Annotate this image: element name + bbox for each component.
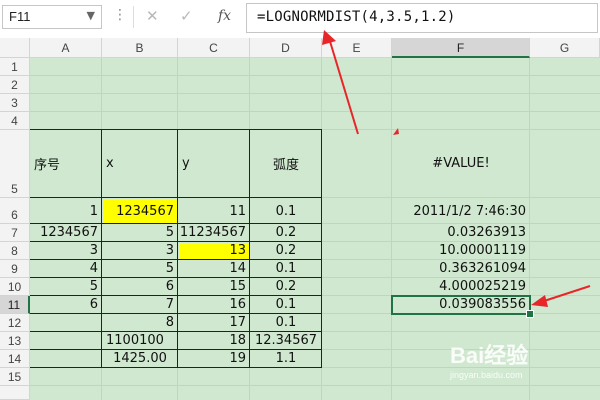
column-header-c[interactable]: C	[178, 38, 250, 58]
cell-a10[interactable]: 5	[30, 279, 102, 297]
cell-c7[interactable]: 11234567	[178, 225, 250, 243]
row-header-11[interactable]: 11	[0, 296, 30, 314]
table-border	[30, 197, 322, 198]
row-header-13[interactable]: 13	[0, 332, 30, 350]
row-header-6[interactable]: 6	[0, 198, 30, 224]
cell-a5[interactable]: 序号	[30, 154, 102, 173]
cell-f6[interactable]: 2011/1/2 7:46:30	[392, 204, 530, 222]
name-box-value: F11	[9, 9, 31, 24]
cell-b14[interactable]: 1425.00	[102, 351, 178, 369]
row-header-1[interactable]: 1	[0, 58, 30, 76]
cell-c13[interactable]: 18	[178, 333, 250, 351]
row-header-3[interactable]: 3	[0, 94, 30, 112]
gridline	[30, 75, 600, 76]
cell-c11[interactable]: 16	[178, 297, 250, 315]
cell-f8[interactable]: 10.00001119	[392, 243, 530, 261]
row-header-12[interactable]: 12	[0, 314, 30, 332]
column-header-b[interactable]: B	[102, 38, 178, 58]
cell-c8[interactable]: 13	[178, 243, 250, 261]
cell-c12[interactable]: 17	[178, 315, 250, 333]
cell-f7[interactable]: 0.03263913	[392, 225, 530, 243]
check-icon[interactable]: ✓	[180, 7, 193, 25]
fill-handle[interactable]	[526, 310, 534, 318]
cell-b8[interactable]: 3	[102, 243, 178, 261]
row-header-8[interactable]: 8	[0, 242, 30, 260]
more-options-icon[interactable]: ⋮	[113, 7, 127, 23]
row-header-5[interactable]: 5	[0, 130, 30, 198]
cell-c10[interactable]: 15	[178, 279, 250, 297]
formula-bar: F11 ▼ ⋮ ✕ ✓ fx =LOGNORMDIST(4,3.5,1.2)	[0, 0, 600, 39]
row-header-15[interactable]: 15	[0, 368, 30, 386]
watermark-url: jingyan.baidu.com	[450, 370, 523, 380]
cell-c9[interactable]: 14	[178, 261, 250, 279]
column-header-f[interactable]: F	[392, 38, 530, 58]
cell-d8[interactable]: 0.2	[250, 243, 322, 261]
watermark: Bai经验 jingyan.baidu.com	[450, 338, 528, 380]
cell-b6[interactable]: 1234567	[102, 204, 178, 222]
cell-b5[interactable]: x	[102, 156, 178, 174]
formula-text: =LOGNORMDIST(4,3.5,1.2)	[257, 9, 456, 25]
row-header-4[interactable]: 4	[0, 112, 30, 130]
cell-b10[interactable]: 6	[102, 279, 178, 297]
cell-c5[interactable]: y	[178, 156, 250, 174]
cell-a8[interactable]: 3	[30, 243, 102, 261]
active-cell-selection[interactable]	[391, 295, 531, 315]
row-header-9[interactable]: 9	[0, 260, 30, 278]
row-header-14[interactable]: 14	[0, 350, 30, 368]
cell-f5[interactable]: #VALUE!	[392, 156, 530, 174]
cell-c14[interactable]: 19	[178, 351, 250, 369]
cell-d10[interactable]: 0.2	[250, 279, 322, 297]
cell-a11[interactable]: 6	[30, 297, 102, 315]
cell-c6[interactable]: 11	[178, 204, 250, 222]
column-header-e[interactable]: E	[322, 38, 392, 58]
cell-b13[interactable]: 1100100	[102, 333, 178, 351]
row-header-2[interactable]: 2	[0, 76, 30, 94]
table-border	[30, 223, 322, 224]
chevron-down-icon[interactable]: ▼	[87, 9, 95, 22]
close-icon[interactable]: ✕	[146, 7, 159, 25]
insert-function-button[interactable]: fx	[218, 8, 231, 24]
cell-f9[interactable]: 0.363261094	[392, 261, 530, 279]
cell-b9[interactable]: 5	[102, 261, 178, 279]
cell-d5[interactable]: 弧度	[250, 154, 322, 173]
gridline	[30, 111, 600, 112]
cell-a6[interactable]: 1	[30, 204, 102, 222]
row-header-16[interactable]	[0, 386, 30, 400]
gridline	[30, 385, 600, 386]
cell-b7[interactable]: 5	[102, 225, 178, 243]
row-header-10[interactable]: 10	[0, 278, 30, 296]
cell-d7[interactable]: 0.2	[250, 225, 322, 243]
column-header-d[interactable]: D	[250, 38, 322, 58]
name-box[interactable]: F11 ▼	[2, 5, 102, 29]
gridline	[30, 93, 600, 94]
column-header-a[interactable]: A	[30, 38, 102, 58]
cell-d12[interactable]: 0.1	[250, 315, 322, 333]
table-border	[30, 129, 322, 130]
cell-b11[interactable]: 7	[102, 297, 178, 315]
column-header-g[interactable]: G	[530, 38, 600, 58]
cell-a7[interactable]: 1234567	[30, 225, 102, 243]
cell-d13[interactable]: 12.34567	[250, 333, 322, 351]
cell-d9[interactable]: 0.1	[250, 261, 322, 279]
divider	[133, 6, 134, 28]
cell-d14[interactable]: 1.1	[250, 351, 322, 369]
formula-input[interactable]: =LOGNORMDIST(4,3.5,1.2)	[246, 3, 598, 33]
cell-b12[interactable]: 8	[102, 315, 178, 333]
row-header-7[interactable]: 7	[0, 224, 30, 242]
cell-d11[interactable]: 0.1	[250, 297, 322, 315]
select-all-corner[interactable]	[0, 38, 30, 58]
watermark-brand: Bai经验	[450, 343, 529, 368]
cell-a9[interactable]: 4	[30, 261, 102, 279]
cell-d6[interactable]: 0.1	[250, 204, 322, 222]
